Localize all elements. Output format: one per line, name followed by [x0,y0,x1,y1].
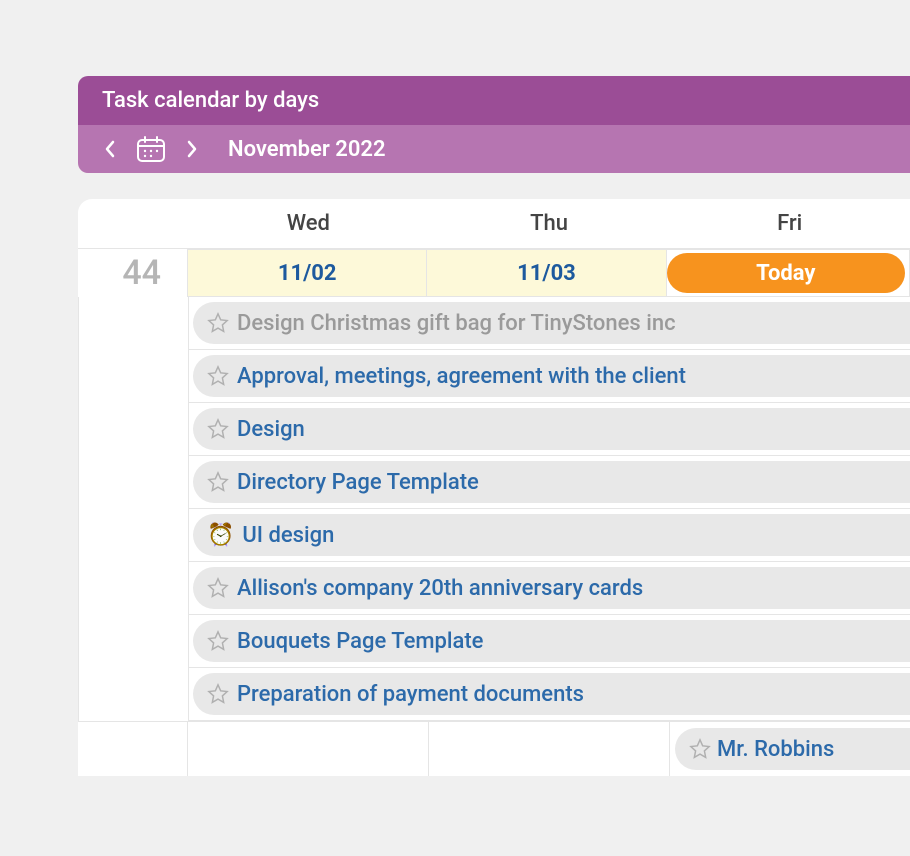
period-label: November 2022 [228,137,386,162]
task-pill[interactable]: Mr. Robbins [675,728,910,770]
task-row-spacer [79,350,189,403]
task-row: Allison's company 20th anniversary cards [79,562,910,615]
today-pill: Today [667,253,905,293]
alarm-clock-icon[interactable]: ⏰ [207,523,234,548]
task-pill[interactable]: ⏰ UI design [193,514,910,556]
date-label: 11/03 [517,261,576,286]
task-row-spacer [79,615,189,668]
date-cell[interactable]: 11/02 [188,249,427,297]
prev-button[interactable] [98,137,122,161]
task-row-spacer [79,456,189,509]
star-icon[interactable] [207,577,229,599]
star-icon[interactable] [207,418,229,440]
task-row-spacer [79,509,189,562]
star-icon[interactable] [207,630,229,652]
task-row-body: ⏰ UI design [189,509,910,562]
bottom-week-spacer [78,721,188,776]
task-label: Preparation of payment documents [237,682,584,707]
today-label: Today [756,261,815,286]
calendar: Wed Thu Fri 44 11/02 11/03 Today Design … [78,199,910,776]
bottom-row: Mr. Robbins [78,721,910,776]
next-button[interactable] [180,137,204,161]
task-row-body: Preparation of payment documents [189,668,910,721]
star-icon[interactable] [207,471,229,493]
task-row-spacer [79,297,189,350]
task-pill[interactable]: Bouquets Page Template [193,620,910,662]
bottom-cell[interactable] [188,721,429,776]
day-header-wed: Wed [188,211,429,236]
star-icon[interactable] [207,683,229,705]
task-row-body: Directory Page Template [189,456,910,509]
title-text: Task calendar by days [102,88,319,113]
task-label: Bouquets Page Template [237,629,483,654]
day-header-thu: Thu [429,211,670,236]
task-pill[interactable]: Design Christmas gift bag for TinyStones… [193,302,910,344]
date-cell-today[interactable]: Today [667,249,910,297]
task-row: Approval, meetings, agreement with the c… [79,350,910,403]
task-pill[interactable]: Allison's company 20th anniversary cards [193,567,910,609]
date-label: 11/02 [278,261,337,286]
task-label: Directory Page Template [237,470,479,495]
page-title: Task calendar by days [78,76,910,125]
star-icon[interactable] [207,365,229,387]
date-cell[interactable]: 11/03 [427,249,666,297]
date-row: 44 11/02 11/03 Today [78,249,910,297]
task-label: Allison's company 20th anniversary cards [237,576,643,601]
task-label: UI design [242,523,334,548]
task-label: Mr. Robbins [717,737,834,762]
task-row-body: Design Christmas gift bag for TinyStones… [189,297,910,350]
bottom-cell[interactable] [429,721,670,776]
task-list: Design Christmas gift bag for TinyStones… [78,297,910,721]
bottom-cell[interactable]: Mr. Robbins [670,721,910,776]
task-row: Preparation of payment documents [79,668,910,721]
task-row-spacer [79,403,189,456]
task-row: Directory Page Template [79,456,910,509]
task-row: Design [79,403,910,456]
calendar-icon[interactable] [136,135,166,163]
task-row-spacer [79,562,189,615]
task-pill[interactable]: Directory Page Template [193,461,910,503]
task-label: Design Christmas gift bag for TinyStones… [237,311,676,336]
task-row-body: Approval, meetings, agreement with the c… [189,350,910,403]
task-row: ⏰ UI design [79,509,910,562]
task-row-spacer [79,668,189,721]
day-header-row: Wed Thu Fri [78,199,910,249]
task-row: Bouquets Page Template [79,615,910,668]
task-pill[interactable]: Approval, meetings, agreement with the c… [193,355,910,397]
star-icon[interactable] [207,312,229,334]
day-header-fri: Fri [669,211,910,236]
week-number: 44 [78,249,188,297]
task-row-body: Allison's company 20th anniversary cards [189,562,910,615]
task-row-body: Design [189,403,910,456]
task-label: Design [237,417,305,442]
task-pill[interactable]: Preparation of payment documents [193,673,910,715]
task-row: Design Christmas gift bag for TinyStones… [79,297,910,350]
task-label: Approval, meetings, agreement with the c… [237,364,686,389]
task-pill[interactable]: Design [193,408,910,450]
star-icon[interactable] [689,738,711,760]
period-bar: November 2022 [78,125,910,173]
task-row-body: Bouquets Page Template [189,615,910,668]
